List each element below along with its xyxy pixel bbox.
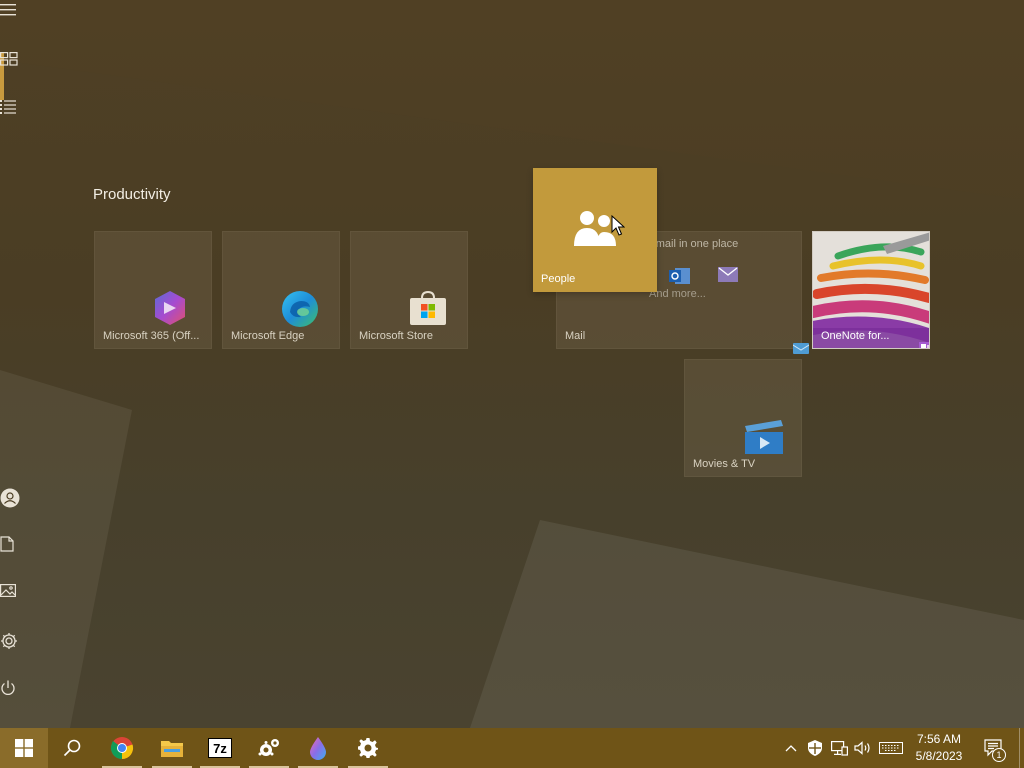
tile-label: Microsoft 365 (Off... — [103, 330, 200, 342]
user-account-icon[interactable] — [0, 488, 48, 536]
clock-date: 5/8/2023 — [915, 749, 963, 763]
taskbar: 7z 7:56 AM 5/8/2023 1 — [0, 728, 1024, 768]
action-center-icon[interactable]: 1 — [978, 728, 1010, 768]
tile-microsoft-365[interactable]: Microsoft 365 (Off... — [94, 231, 212, 349]
file-explorer-icon[interactable] — [148, 728, 196, 768]
pinned-tiles-icon[interactable] — [0, 52, 48, 100]
start-button[interactable] — [0, 728, 48, 768]
tile-label: OneNote for... — [821, 330, 890, 342]
tile-onenote[interactable]: OneNote for... — [812, 231, 930, 349]
settings-gears-icon[interactable] — [245, 728, 293, 768]
windows-logo-icon — [15, 739, 33, 757]
settings-icon[interactable] — [0, 632, 48, 680]
mail-tagline: r mail in one place — [649, 238, 739, 250]
documents-icon[interactable] — [0, 536, 48, 584]
tile-label: Microsoft Edge — [231, 330, 305, 342]
start-menu: Productivity Microsoft 365 (Off... Micro… — [0, 0, 1024, 728]
tile-people-dragging[interactable]: People — [533, 168, 657, 292]
notification-badge: 1 — [992, 748, 1006, 762]
search-icon — [63, 739, 81, 757]
power-icon[interactable] — [0, 680, 48, 728]
show-desktop-button[interactable] — [1019, 728, 1020, 768]
volume-icon[interactable] — [852, 728, 874, 768]
tile-label: People — [541, 273, 576, 285]
show-hidden-icons-chevron-up-icon[interactable] — [781, 728, 801, 768]
chrome-icon[interactable] — [98, 728, 146, 768]
search-button[interactable] — [48, 728, 96, 768]
mail-more: And more... — [649, 288, 706, 300]
7zip-icon[interactable]: 7z — [196, 728, 244, 768]
all-apps-list-icon[interactable] — [0, 100, 48, 148]
svg-text:7z: 7z — [213, 741, 227, 756]
tile-label: Mail — [565, 330, 586, 342]
clock-time: 7:56 AM — [916, 732, 962, 746]
tile-movies-tv[interactable]: Movies & TV — [684, 359, 802, 477]
paint-drop-icon[interactable] — [294, 728, 342, 768]
clock[interactable]: 7:56 AM 5/8/2023 — [908, 731, 970, 765]
tile-microsoft-edge[interactable]: Microsoft Edge — [222, 231, 340, 349]
tile-label: Movies & TV — [693, 458, 756, 470]
settings-icon[interactable] — [344, 728, 392, 768]
group-title[interactable]: Productivity — [93, 186, 171, 203]
touch-keyboard-icon[interactable] — [877, 728, 905, 768]
windows-security-icon[interactable] — [805, 728, 825, 768]
pictures-icon[interactable] — [0, 584, 48, 632]
tile-label: Microsoft Store — [359, 330, 433, 342]
tile-microsoft-store[interactable]: Microsoft Store — [350, 231, 468, 349]
expand-menu-icon[interactable] — [0, 4, 48, 52]
background-shapes — [0, 0, 1024, 728]
network-icon[interactable] — [829, 728, 849, 768]
